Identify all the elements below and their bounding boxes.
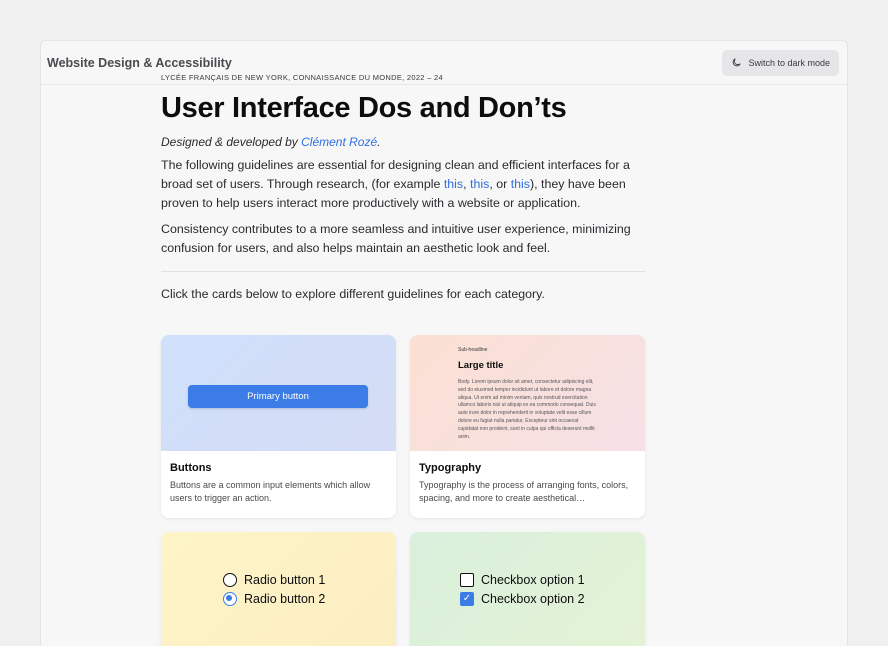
page-title: User Interface Dos and Don’ts — [161, 92, 567, 124]
card-checkboxes[interactable]: Checkbox option 1 ✓ Checkbox option 2 — [410, 532, 645, 646]
radio-option-1[interactable]: Radio button 1 — [223, 573, 325, 587]
byline: Designed & developed by Clément Rozé. — [161, 135, 645, 149]
intro-paragraph-2: Consistency contributes to a more seamle… — [161, 222, 631, 255]
card-title: Buttons — [170, 462, 212, 474]
checkbox-checked-icon: ✓ — [460, 592, 474, 606]
research-link-1[interactable]: this — [444, 177, 463, 191]
intro-section: LYCÉE FRANÇAIS DE NEW YORK, CONNAISSANCE… — [161, 73, 645, 301]
card-info: Buttons Buttons are a common input eleme… — [161, 451, 396, 505]
card-typography[interactable]: Sub-headline Large title Body. Lorem ips… — [410, 335, 645, 518]
radio-option-2[interactable]: Radio button 2 — [223, 592, 325, 606]
site-title[interactable]: Website Design & Accessibility — [47, 56, 232, 70]
card-radio-buttons[interactable]: Radio button 1 Radio button 2 — [161, 532, 396, 646]
card-description: Buttons are a common input elements whic… — [170, 480, 371, 503]
primary-button-sample[interactable]: Primary button — [188, 385, 368, 408]
sample-body-text: Body. Lorem ipsum dolor sit amet, consec… — [458, 379, 596, 440]
checkbox-option-1[interactable]: Checkbox option 1 — [460, 573, 585, 587]
byline-suffix: . — [377, 135, 381, 149]
radio-preview: Radio button 1 Radio button 2 — [161, 532, 396, 646]
sample-large-title: Large title — [458, 360, 504, 371]
research-link-3[interactable]: this — [511, 177, 530, 191]
buttons-preview: Primary button — [161, 335, 396, 451]
p1-sep-2: , or — [489, 177, 511, 191]
eyebrow-text: LYCÉE FRANÇAIS DE NEW YORK, CONNAISSANCE… — [161, 73, 443, 82]
card-description: Typography is the process of arranging f… — [419, 480, 629, 503]
radio-label: Radio button 2 — [244, 592, 326, 606]
author-link[interactable]: Clément Rozé — [301, 135, 377, 149]
radio-unchecked-icon — [223, 573, 237, 587]
intro-paragraph-1: The following guidelines are essential f… — [161, 156, 645, 213]
dark-mode-button[interactable]: Switch to dark mode — [722, 49, 839, 76]
checkbox-preview: Checkbox option 1 ✓ Checkbox option 2 — [410, 532, 645, 646]
checkbox-option-2[interactable]: ✓ Checkbox option 2 — [460, 592, 585, 606]
divider — [161, 271, 645, 272]
dark-mode-label: Switch to dark mode — [748, 57, 830, 68]
explore-hint: Click the cards below to explore differe… — [161, 287, 545, 301]
card-buttons[interactable]: Primary button Buttons Buttons are a com… — [161, 335, 396, 518]
checkbox-unchecked-icon — [460, 573, 474, 587]
radio-label: Radio button 1 — [244, 573, 326, 587]
typography-preview: Sub-headline Large title Body. Lorem ips… — [410, 335, 645, 451]
card-info: Typography Typography is the process of … — [410, 451, 645, 505]
moon-icon — [733, 58, 742, 67]
card-title: Typography — [419, 462, 482, 474]
byline-prefix: Designed & developed by — [161, 135, 302, 149]
checkbox-label: Checkbox option 2 — [481, 592, 585, 606]
p1-sep-1: , — [463, 177, 471, 191]
research-link-2[interactable]: this — [470, 177, 489, 191]
radio-checked-icon — [223, 592, 237, 606]
checkbox-label: Checkbox option 1 — [481, 573, 585, 587]
sample-subheadline: Sub-headline — [458, 347, 488, 353]
